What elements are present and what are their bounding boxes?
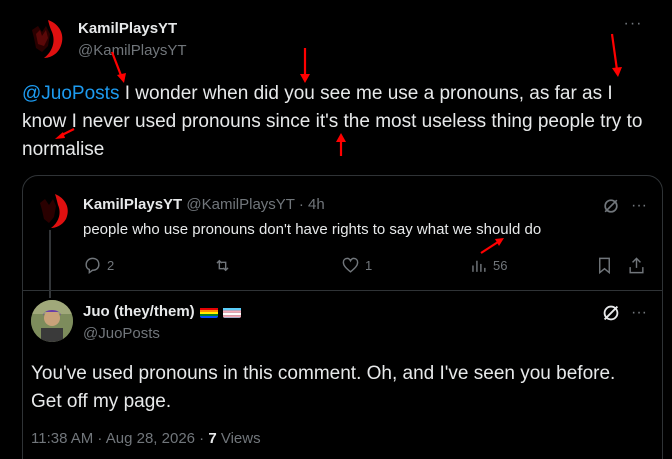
heart-icon	[342, 257, 359, 273]
reply-grok-icon[interactable]	[599, 301, 623, 325]
post-text: @JuoPosts I wonder when did you see me u…	[22, 80, 662, 164]
reply-author-avatar[interactable]	[31, 300, 73, 342]
quoted-thread[interactable]: KamilPlaysYT @KamilPlaysYT · 4h people w…	[22, 175, 663, 459]
reply-views-label: Views	[216, 430, 261, 447]
reply-footer: 11:38 AM · Aug 28, 2026 · 7 Views	[31, 430, 261, 447]
author-avatar[interactable]	[22, 16, 66, 60]
share-action[interactable]	[627, 256, 651, 275]
reply-timestamp[interactable]: 11:38 AM · Aug 28, 2026 ·	[31, 430, 208, 447]
reply-text: You've used pronouns in this comment. Oh…	[31, 363, 616, 412]
like-count: 1	[365, 258, 373, 273]
repost-action[interactable]	[213, 256, 237, 275]
quoted-author-meta[interactable]: @KamilPlaysYT · 4h	[186, 196, 324, 213]
mention-link[interactable]: @JuoPosts	[22, 83, 119, 104]
views-icon	[472, 260, 486, 272]
reply-action[interactable]: 2	[83, 256, 114, 275]
reply-views-count: 7	[208, 430, 217, 447]
repost-icon	[216, 259, 229, 272]
more-options-icon[interactable]: ···	[618, 14, 648, 34]
author-name[interactable]: KamilPlaysYT	[78, 20, 187, 38]
share-icon	[629, 257, 644, 274]
annotation-arrow	[610, 33, 622, 77]
reply-author-name[interactable]: Juo (they/them)	[83, 302, 195, 322]
quoted-more-icon[interactable]: ···	[627, 194, 651, 218]
like-action[interactable]: 1	[341, 256, 372, 275]
quoted-author-name[interactable]: KamilPlaysYT	[83, 196, 182, 213]
reply-count: 2	[107, 258, 115, 273]
views-action[interactable]: 56	[469, 256, 507, 275]
reply-author-row: Juo (they/them)	[83, 302, 241, 322]
quoted-post-text: people who use pronouns don't have right…	[83, 221, 542, 238]
quoted-author-row: KamilPlaysYT @KamilPlaysYT · 4h	[83, 195, 325, 215]
quoted-action-bar: 2 1 56	[83, 256, 644, 276]
pride-flag-icon	[199, 306, 218, 318]
reply-icon	[85, 257, 100, 275]
grok-icon[interactable]	[599, 194, 623, 218]
trans-flag-icon	[222, 306, 241, 318]
quoted-author-avatar[interactable]	[31, 190, 71, 230]
author-handle[interactable]: @KamilPlaysYT	[78, 41, 187, 61]
thread-connector	[49, 226, 51, 298]
bookmark-icon	[599, 257, 610, 275]
author-block: KamilPlaysYT @KamilPlaysYT	[78, 20, 187, 61]
reply-author-handle[interactable]: @JuoPosts	[83, 324, 160, 344]
post-divider	[23, 290, 662, 291]
bookmark-action[interactable]	[595, 256, 619, 275]
views-count: 56	[493, 258, 508, 273]
main-post: KamilPlaysYT @KamilPlaysYT ··· @JuoPosts…	[0, 0, 672, 459]
reply-more-icon[interactable]: ···	[627, 301, 651, 325]
annotation-arrow	[300, 48, 310, 83]
